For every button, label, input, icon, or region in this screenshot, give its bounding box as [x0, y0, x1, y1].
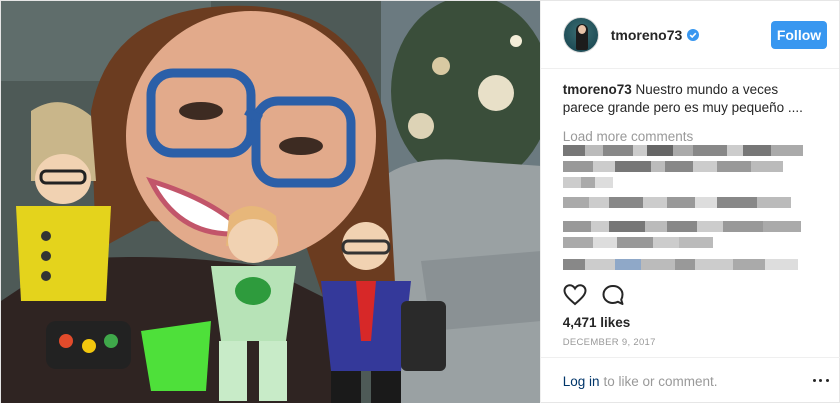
pixelated-comment: [562, 197, 791, 208]
pixelated-comment: [562, 161, 783, 172]
verified-badge-icon: [687, 28, 700, 41]
pixelated-comment: [562, 259, 798, 270]
post-side-panel: tmoreno73 Follow tmoreno73 Nuestro mundo…: [539, 1, 840, 403]
avatar[interactable]: [562, 16, 599, 53]
login-prompt-text: to like or comment.: [603, 373, 718, 389]
header-username[interactable]: tmoreno73: [611, 27, 683, 43]
pixelated-comment: [562, 177, 613, 188]
post-date: DECEMBER 9, 2017: [562, 337, 656, 348]
post-header: tmoreno73 Follow: [540, 1, 839, 69]
follow-button[interactable]: Follow: [771, 20, 827, 49]
comment-icon[interactable]: [601, 284, 625, 306]
more-options-icon[interactable]: [812, 379, 829, 383]
pixelated-comment: [562, 237, 713, 248]
instagram-post: tmoreno73 Follow tmoreno73 Nuestro mundo…: [0, 0, 840, 403]
heart-icon[interactable]: [563, 284, 587, 306]
caption: tmoreno73 Nuestro mundo a veces parece g…: [563, 81, 817, 117]
post-photo[interactable]: [1, 1, 540, 403]
pixelated-comment: [562, 145, 803, 156]
login-footer: Log in to like or comment.: [540, 357, 840, 403]
selfie-with-figurines-image: [1, 1, 540, 403]
post-actions: [563, 284, 625, 306]
pixelated-comment: [562, 221, 801, 232]
load-more-comments-button[interactable]: Load more comments: [563, 129, 817, 144]
likes-count[interactable]: 4,471 likes: [563, 315, 631, 330]
caption-username[interactable]: tmoreno73: [563, 82, 632, 97]
comments-section: tmoreno73 Nuestro mundo a veces parece g…: [541, 69, 839, 144]
login-link[interactable]: Log in: [563, 374, 600, 389]
